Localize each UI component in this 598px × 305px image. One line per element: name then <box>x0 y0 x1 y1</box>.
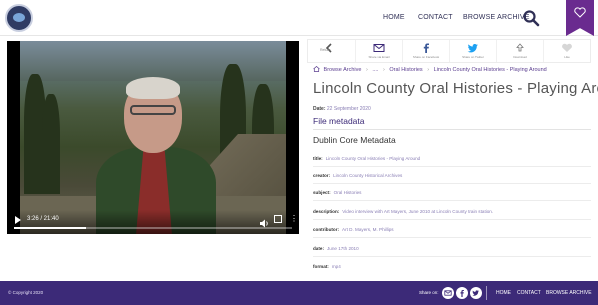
metadata-value: Lincoln County Historical Archives <box>333 173 403 178</box>
archive-logo[interactable] <box>5 4 33 32</box>
metadata-value: June 17th 2010 <box>326 246 359 251</box>
metadata-key: title: <box>313 156 323 161</box>
video-progress-fill <box>14 227 87 229</box>
date-value: 22 September 2020 <box>326 106 371 112</box>
video-time: 3:26 / 21:40 <box>27 216 59 222</box>
breadcrumb: Browse Archive › .... › Oral Histories ›… <box>313 66 550 73</box>
share-twitter-button[interactable]: Share on Twitter <box>449 40 496 62</box>
metadata-value: Video interview with Art Mayers, June 20… <box>342 209 494 214</box>
share-on-label: Share on: <box>419 290 439 295</box>
share-facebook-button[interactable]: Share on Facebook <box>402 40 449 62</box>
breadcrumb-oral-histories[interactable]: Oral Histories <box>389 67 422 73</box>
nav-home-link[interactable]: HOME <box>383 14 405 21</box>
facebook-icon[interactable] <box>456 287 468 299</box>
twitter-icon <box>467 44 478 53</box>
like-label: Like <box>564 55 570 59</box>
metadata-key: contributor: <box>313 227 340 232</box>
download-icon <box>516 43 524 52</box>
return-label: Return <box>320 48 331 52</box>
metadata-key: date: <box>313 246 324 251</box>
like-button[interactable]: Like <box>543 40 590 62</box>
breadcrumb-separator: › <box>427 67 430 73</box>
metadata-key: subject: <box>313 190 331 195</box>
metadata-key: format: <box>313 264 329 269</box>
video-frame <box>20 41 286 234</box>
twitter-icon[interactable] <box>470 287 482 299</box>
more-vertical-icon[interactable]: ⋮ <box>290 215 298 223</box>
metadata-value: Lincoln County Oral Histories - Playing … <box>325 156 421 161</box>
share-facebook-label: Share on Facebook <box>412 55 440 59</box>
file-metadata-heading[interactable]: File metadata <box>313 116 365 126</box>
heart-icon <box>574 7 586 18</box>
video-player[interactable]: 3:26 / 21:40 ⋮ <box>7 41 299 234</box>
site-header: HOME CONTACT BROWSE ARCHIVE <box>0 0 598 36</box>
share-toolbar: Return Share via Email Share on Facebook… <box>307 39 591 63</box>
footer-browse-archive-link[interactable]: BROWSE ARCHIVE <box>546 290 592 296</box>
share-email-button[interactable]: Share via Email <box>355 40 402 62</box>
breadcrumb-ellipsis[interactable]: .... <box>372 67 378 73</box>
mail-icon <box>373 44 385 52</box>
copyright-text: © Copyright 2020 <box>8 290 44 295</box>
heart-icon <box>562 43 572 52</box>
breadcrumb-current: Lincoln County Oral Histories - Playing … <box>433 67 547 73</box>
metadata-value: Art D. Mayers, M. Phillips <box>342 227 394 232</box>
mail-icon[interactable] <box>442 287 454 299</box>
video-controls: 3:26 / 21:40 ⋮ <box>7 210 299 234</box>
metadata-value: Oral Histories <box>333 190 362 195</box>
page-title: Lincoln County Oral Histories - Playing … <box>313 80 598 97</box>
home-icon[interactable] <box>313 66 320 72</box>
metadata-value: mp4 <box>331 264 341 269</box>
breadcrumb-separator: › <box>365 67 368 73</box>
breadcrumb-browse-archive[interactable]: Browse Archive <box>324 67 362 73</box>
fullscreen-icon[interactable] <box>274 215 282 223</box>
breadcrumb-separator: › <box>383 67 385 73</box>
metadata-row-date: date: June 17th 2010 <box>313 240 591 257</box>
metadata-row-creator: creator: Lincoln County Historical Archiv… <box>313 167 591 184</box>
download-label: Download <box>513 55 527 59</box>
share-email-label: Share via Email <box>368 55 390 59</box>
download-button[interactable]: Download <box>496 40 543 62</box>
metadata-row-description: description: Video interview with Art May… <box>313 203 591 220</box>
search-icon[interactable] <box>522 9 540 27</box>
nav-browse-archive-link[interactable]: BROWSE ARCHIVE <box>463 14 530 21</box>
dublin-core-heading: Dublin Core Metadata <box>313 135 396 145</box>
video-progress-bar[interactable] <box>14 227 292 229</box>
facebook-icon <box>423 43 429 53</box>
metadata-row-subject: subject: Oral Histories <box>313 184 591 201</box>
site-footer: © Copyright 2020 Share on: HOME CONTACT … <box>0 281 598 305</box>
favorites-bookmark[interactable] <box>566 0 594 36</box>
footer-home-link[interactable]: HOME <box>496 290 511 296</box>
footer-contact-link[interactable]: CONTACT <box>517 290 541 296</box>
footer-divider <box>486 286 487 300</box>
share-twitter-label: Share on Twitter <box>462 55 484 59</box>
date-label: Date: <box>313 106 326 112</box>
metadata-row-contributor: contributor: Art D. Mayers, M. Phillips <box>313 221 591 238</box>
return-button[interactable]: Return <box>308 40 355 62</box>
play-icon[interactable] <box>15 216 21 224</box>
metadata-key: description: <box>313 209 340 214</box>
metadata-row-title: title: Lincoln County Oral Histories - Pl… <box>313 150 591 167</box>
volume-icon[interactable] <box>259 215 269 233</box>
divider <box>313 129 591 130</box>
metadata-row-format: format: mp4 <box>313 258 591 275</box>
record-date: Date: 22 September 2020 <box>313 106 371 112</box>
metadata-key: creator: <box>313 173 331 178</box>
nav-contact-link[interactable]: CONTACT <box>418 14 453 21</box>
